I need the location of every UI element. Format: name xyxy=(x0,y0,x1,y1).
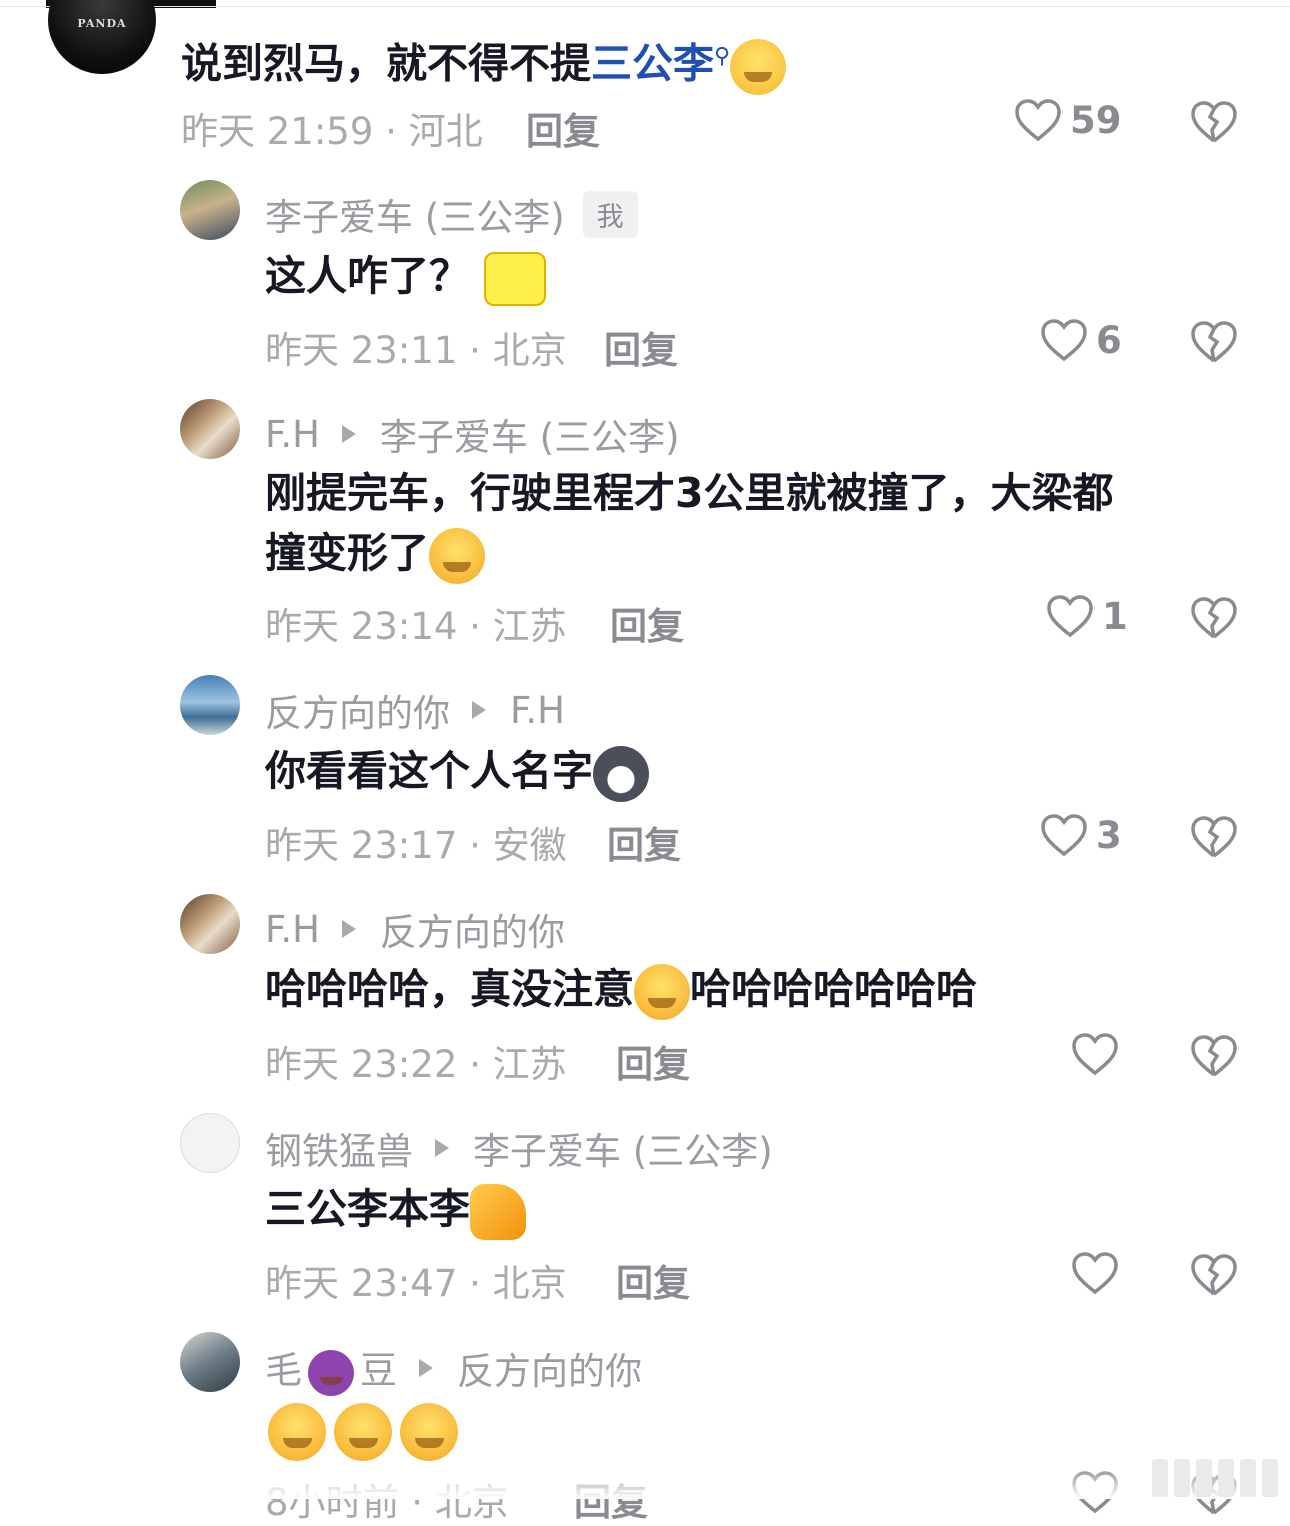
avatar[interactable] xyxy=(180,180,240,240)
broken-heart-icon xyxy=(1191,816,1237,858)
dislike-button[interactable] xyxy=(1190,100,1238,148)
rofl-emoji xyxy=(429,528,485,584)
reply-header: 毛豆 反方向的你 xyxy=(265,1340,642,1396)
time-location: 昨天 23:14 · 江苏 xyxy=(265,605,567,648)
heart-icon xyxy=(1072,1033,1118,1076)
broken-heart-icon xyxy=(1191,1254,1237,1296)
reply-header: 钢铁猛兽 李子爱车 (三公李) xyxy=(265,1121,773,1175)
reply-arrow-icon xyxy=(341,920,356,938)
author-name[interactable]: 钢铁猛兽 xyxy=(265,1121,413,1175)
reply-arrow-icon xyxy=(419,1358,433,1377)
broken-heart-icon xyxy=(1191,101,1237,143)
reply-arrow-icon xyxy=(435,1139,449,1157)
watermark xyxy=(1152,1459,1278,1497)
reply-arrow-icon xyxy=(472,701,486,719)
comment-text: 你看看这个人名字 xyxy=(265,740,649,802)
comment-text: 三公李本李 xyxy=(265,1178,526,1240)
reply-to-name[interactable]: F.H xyxy=(510,689,565,732)
author-name[interactable]: F.H xyxy=(265,413,320,456)
reply-to-name[interactable]: 李子爱车 (三公李) xyxy=(473,1121,773,1175)
like-count: 3 xyxy=(1096,813,1122,857)
time-location: 昨天 23:11 · 北京 xyxy=(265,329,567,372)
search-icon[interactable]: ⚲ xyxy=(714,44,730,69)
reply-header: 反方向的你 F.H xyxy=(265,683,565,737)
avatar[interactable] xyxy=(180,1332,240,1392)
like-count: 59 xyxy=(1070,98,1122,142)
reply-button[interactable]: 回复 xyxy=(526,101,600,155)
dislike-button[interactable] xyxy=(1190,596,1238,644)
pleading-face-emoji xyxy=(730,38,787,95)
like-button[interactable] xyxy=(1071,1032,1127,1076)
author-name[interactable]: 反方向的你 xyxy=(265,683,450,737)
reply-button[interactable]: 回复 xyxy=(616,1034,690,1088)
reply-to-name[interactable]: 反方向的你 xyxy=(380,902,565,956)
keyword-link[interactable]: 三公李 xyxy=(591,40,714,88)
broken-heart-icon xyxy=(1191,1035,1237,1077)
rofl-emoji xyxy=(634,964,690,1020)
husky-emoji xyxy=(593,746,649,802)
avatar[interactable]: PANDA xyxy=(48,0,156,74)
reply-header: F.H 反方向的你 xyxy=(265,902,565,956)
grinning-emoji xyxy=(400,1403,458,1461)
broken-heart-icon xyxy=(1191,321,1237,363)
like-button[interactable]: 59 xyxy=(1014,98,1122,142)
bottom-fade xyxy=(0,1465,1290,1499)
like-count: 1 xyxy=(1102,594,1128,638)
avatar[interactable] xyxy=(180,894,240,954)
author-name[interactable]: 毛豆 xyxy=(265,1340,397,1396)
comment-text xyxy=(268,1398,466,1461)
grinning-emoji xyxy=(268,1403,326,1461)
reply-to-name[interactable]: 反方向的你 xyxy=(457,1341,642,1395)
comment-text-line: 刚提完车，行驶里程才3公里就被撞了，大梁都 xyxy=(265,469,1114,517)
heart-icon xyxy=(1047,595,1093,638)
dislike-button[interactable] xyxy=(1190,1034,1238,1082)
avatar[interactable] xyxy=(180,1113,240,1173)
comment-text: 这人咋了？ xyxy=(265,245,547,307)
comment-text: 说到烈马，就不得不提三公李⚲ xyxy=(181,26,787,95)
time-location: 昨天 23:22 · 江苏 xyxy=(265,1043,567,1086)
time-location: 昨天 21:59 · 河北 xyxy=(181,110,483,153)
divider xyxy=(0,6,1290,7)
like-button[interactable]: 3 xyxy=(1040,813,1122,857)
like-count: 6 xyxy=(1096,318,1122,362)
me-badge: 我 xyxy=(582,190,638,238)
time-location: 昨天 23:47 · 北京 xyxy=(265,1262,567,1305)
comment-text: 哈哈哈哈，真没注意 哈哈哈哈哈哈哈 xyxy=(265,958,977,1020)
reply-button[interactable]: 回复 xyxy=(610,596,684,650)
reply-to-name[interactable]: 李子爱车 (三公李) xyxy=(380,407,680,461)
like-button[interactable]: 1 xyxy=(1046,594,1128,638)
dislike-button[interactable] xyxy=(1190,1253,1238,1301)
comment-text-line: 撞变形了 xyxy=(265,522,485,584)
author-name[interactable]: 李子爱车 (三公李) 我 xyxy=(265,187,638,241)
author-name[interactable]: F.H xyxy=(265,908,320,951)
dislike-button[interactable] xyxy=(1190,320,1238,368)
grinning-emoji xyxy=(334,1403,392,1461)
heart-icon xyxy=(1015,99,1061,142)
reply-button[interactable]: 回复 xyxy=(604,320,678,374)
reply-header: F.H 李子爱车 (三公李) xyxy=(265,407,680,461)
avatar[interactable] xyxy=(180,399,240,459)
reply-arrow-icon xyxy=(341,425,356,443)
reply-button[interactable]: 回复 xyxy=(607,815,681,869)
dislike-button[interactable] xyxy=(1190,815,1238,863)
heart-icon xyxy=(1072,1252,1118,1295)
heart-icon xyxy=(1041,814,1087,857)
reply-button[interactable]: 回复 xyxy=(616,1253,690,1307)
heart-icon xyxy=(1041,319,1087,362)
time-location: 昨天 23:17 · 安徽 xyxy=(265,824,567,867)
devil-emoji xyxy=(308,1349,354,1396)
broken-heart-icon xyxy=(1191,597,1237,639)
thumbs-up-emoji xyxy=(470,1184,526,1240)
avatar[interactable] xyxy=(180,675,240,735)
like-button[interactable] xyxy=(1071,1251,1127,1295)
like-button[interactable]: 6 xyxy=(1040,318,1122,362)
spongebob-emoji xyxy=(484,252,547,306)
